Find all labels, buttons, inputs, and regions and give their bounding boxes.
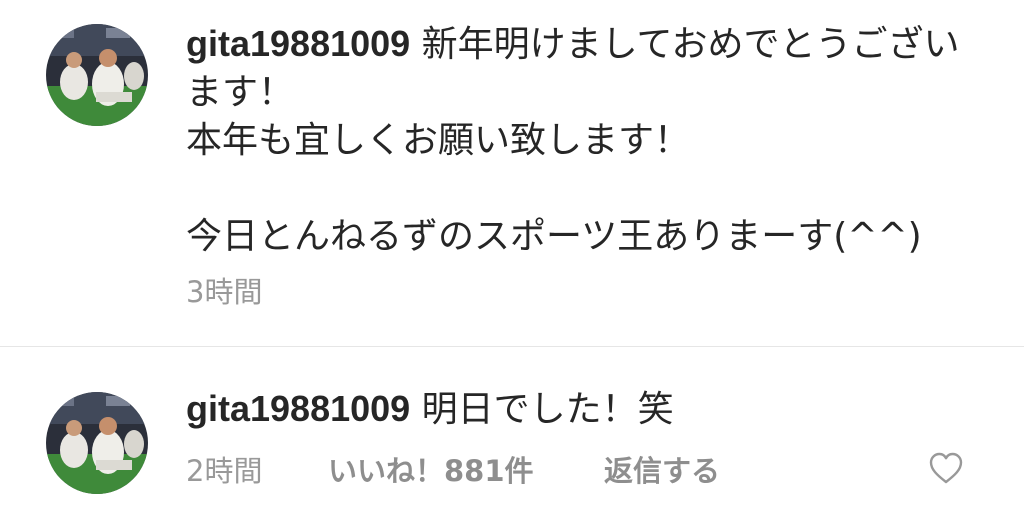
avatar[interactable] [46,392,148,494]
heart-outline-icon[interactable] [928,451,964,485]
comment-meta: 3時間 [186,272,328,312]
avatar-photo [46,24,148,126]
comment-item: gita19881009 明日でした！笑 2時間 いいね！881件 返信する [0,347,1024,522]
comment-body: 明日でした！笑 [421,389,674,430]
comment-item: gita19881009 新年明けましておめでとうございます！ 本年も宜しくお願… [0,0,1024,346]
comment-text-block: gita19881009 新年明けましておめでとうございます！ 本年も宜しくお願… [186,20,986,261]
avatar-photo [46,392,148,494]
comment-text-block: gita19881009 明日でした！笑 [186,385,986,434]
comment-username[interactable]: gita19881009 [186,23,410,64]
comment-timestamp: 3時間 [186,275,263,309]
comment-username[interactable]: gita19881009 [186,388,410,429]
comment-timestamp: 2時間 [186,454,263,488]
avatar[interactable] [46,24,148,126]
likes-count-link[interactable]: いいね！881件 [328,451,604,491]
comment-meta: 2時間 いいね！881件 返信する [186,451,720,491]
reply-button[interactable]: 返信する [604,451,720,491]
